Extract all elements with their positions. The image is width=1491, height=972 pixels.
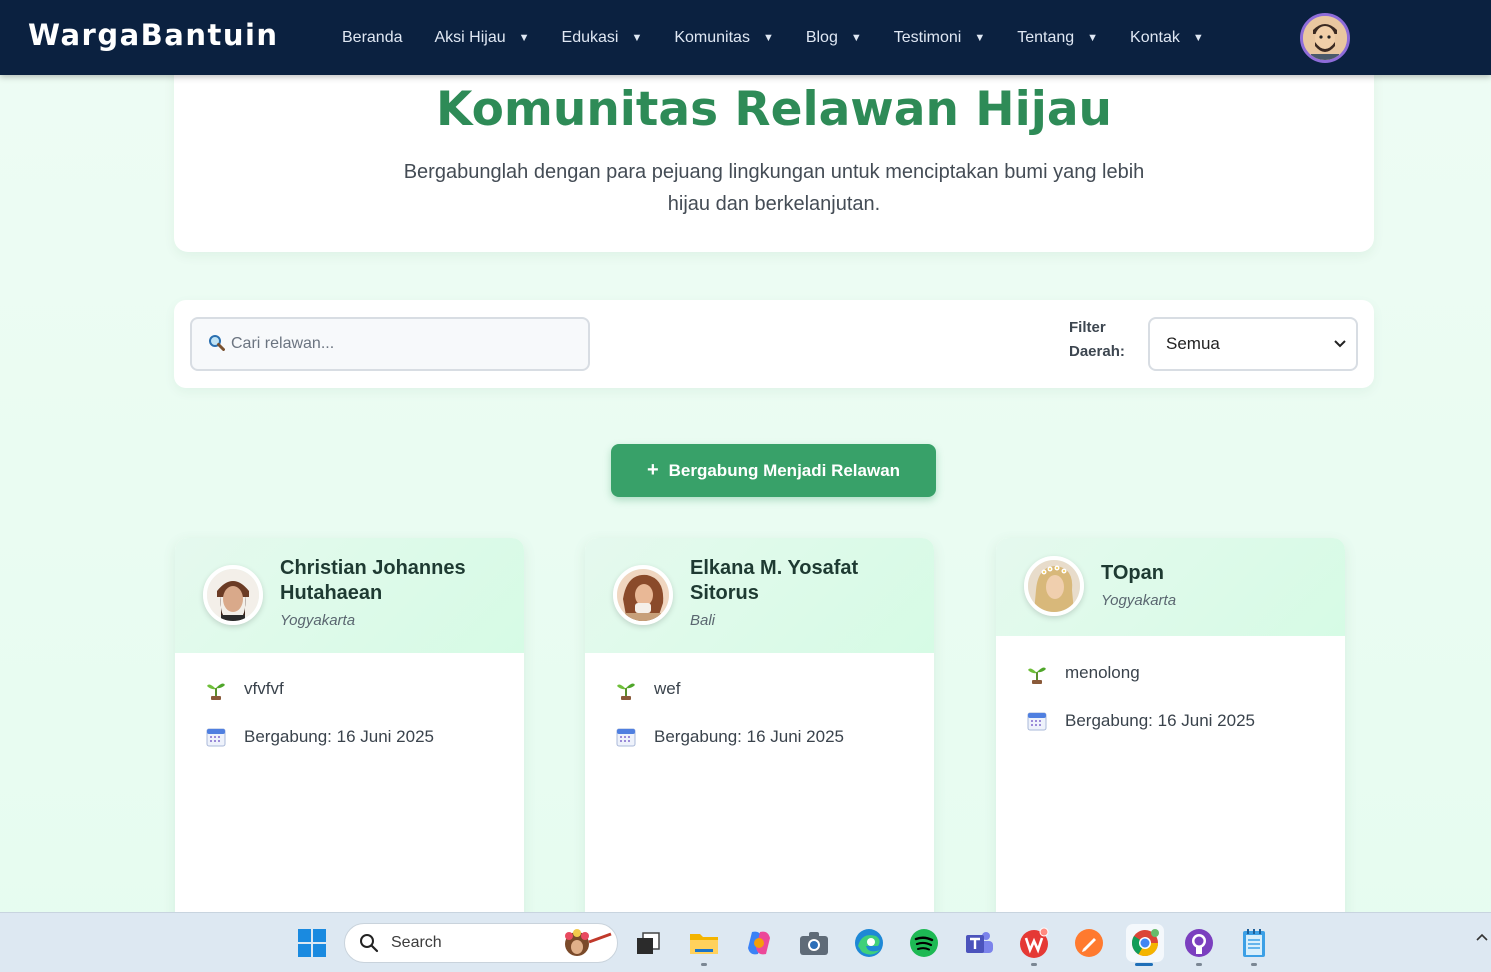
taskbar-search-label: Search <box>391 934 442 951</box>
nav-item-blog[interactable]: Blog ▼ <box>806 29 862 47</box>
caret-down-icon: ▼ <box>850 31 862 44</box>
caret-down-icon: ▼ <box>1192 31 1204 44</box>
volunteer-activity-text: wef <box>654 679 681 698</box>
nav-item-label: Kontak <box>1130 28 1180 46</box>
nav-item-komunitas[interactable]: Komunitas ▼ <box>674 29 773 47</box>
volunteer-joined-text: Bergabung: 16 Juni 2025 <box>1065 711 1255 730</box>
chevron-down-icon <box>1334 337 1346 351</box>
nav-item-beranda[interactable]: Beranda <box>342 29 403 47</box>
copilot-icon[interactable] <box>743 927 775 959</box>
join-volunteer-label: Bergabung Menjadi Relawan <box>668 460 901 480</box>
volunteer-avatar <box>613 565 673 625</box>
nav-menu: Beranda Aksi Hijau ▼ Edukasi ▼ Komunitas ▼ … <box>342 0 1236 75</box>
caret-down-icon: ▼ <box>1087 31 1099 44</box>
active-indicator <box>1135 963 1153 966</box>
teams-icon[interactable] <box>963 927 995 959</box>
volunteer-card[interactable]: Christian Johannes Hutahaean Yogyakarta … <box>175 538 524 938</box>
edge-browser-icon[interactable] <box>853 927 885 959</box>
nav-item-label: Testimoni <box>893 28 962 46</box>
nav-item-label: Komunitas <box>674 28 750 46</box>
volunteer-card-header: Christian Johannes Hutahaean Yogyakarta <box>175 538 524 653</box>
brand-logo[interactable]: WargaBantuin <box>28 18 279 52</box>
notepad-icon[interactable] <box>1238 927 1270 959</box>
volunteer-avatar <box>203 565 263 625</box>
volunteer-joined: Bergabung: 16 Juni 2025 <box>1026 710 1255 732</box>
nav-item-tentang[interactable]: Tentang ▼ <box>1017 29 1098 47</box>
region-select-value: Semua <box>1166 334 1220 353</box>
volunteer-card-header: TOpan Yogyakarta <box>996 538 1345 636</box>
seedling-icon <box>1026 662 1048 684</box>
running-indicator <box>1031 963 1037 966</box>
taskbar-search[interactable]: Search <box>344 923 618 963</box>
nav-item-testimoni[interactable]: Testimoni ▼ <box>894 29 985 47</box>
nav-item-kontak[interactable]: Kontak ▼ <box>1130 29 1204 47</box>
nav-item-aksi-hijau[interactable]: Aksi Hijau ▼ <box>435 29 530 47</box>
camera-icon[interactable] <box>798 927 830 959</box>
volunteer-activity-text: vfvfvf <box>244 679 284 698</box>
running-indicator <box>1251 963 1257 966</box>
user-avatar-icon <box>1303 16 1347 60</box>
volunteer-joined-text: Bergabung: 16 Juni 2025 <box>654 727 844 746</box>
volunteer-activity: menolong <box>1026 662 1140 684</box>
caret-down-icon: ▼ <box>631 31 643 44</box>
search-input[interactable] <box>231 335 561 353</box>
task-view-icon[interactable] <box>632 927 664 959</box>
volunteer-joined: Bergabung: 16 Juni 2025 <box>615 726 844 748</box>
github-desktop-icon[interactable] <box>1183 927 1215 959</box>
page-subtitle: Bergabunglah dengan para pejuang lingkun… <box>403 161 1145 215</box>
seedling-icon <box>615 678 637 700</box>
spotify-icon[interactable] <box>908 927 940 959</box>
calendar-icon <box>615 726 637 748</box>
join-volunteer-button[interactable]: + Bergabung Menjadi Relawan <box>611 444 936 497</box>
search-icon <box>208 334 225 355</box>
volunteer-name: Christian Johannes Hutahaean <box>280 557 466 604</box>
plus-icon: + <box>646 459 659 481</box>
calendar-icon <box>205 726 227 748</box>
filter-bar: Filter Daerah: Semua <box>174 300 1374 388</box>
volunteer-card-header: Elkana M. Yosafat Sitorus Bali <box>585 538 934 653</box>
volunteer-joined-text: Bergabung: 16 Juni 2025 <box>244 727 434 746</box>
volunteer-card[interactable]: TOpan Yogyakarta menolong Bergabung: 16 … <box>996 538 1345 938</box>
volunteer-name: Elkana M. Yosafat Sitorus <box>690 557 859 604</box>
nav-item-label: Beranda <box>342 28 403 46</box>
volunteer-region: Bali <box>690 612 716 629</box>
top-navbar: WargaBantuin Beranda Aksi Hijau ▼ Edukasi… <box>0 0 1491 75</box>
search-icon <box>359 933 379 953</box>
seedling-icon <box>205 678 227 700</box>
file-explorer-icon[interactable] <box>688 927 720 959</box>
chevron-up-icon[interactable] <box>1476 930 1488 944</box>
calendar-icon <box>1026 710 1048 732</box>
volunteer-activity: vfvfvf <box>205 678 284 700</box>
volunteer-name: TOpan <box>1101 562 1164 584</box>
volunteer-region: Yogyakarta <box>280 612 356 629</box>
caret-down-icon: ▼ <box>974 31 986 44</box>
caret-down-icon: ▼ <box>762 31 774 44</box>
running-indicator <box>1196 963 1202 966</box>
nav-item-edukasi[interactable]: Edukasi ▼ <box>562 29 643 47</box>
running-indicator <box>701 963 707 966</box>
chrome-browser-icon[interactable] <box>1126 924 1164 962</box>
page-title: Komunitas Relawan Hijau <box>436 82 1112 137</box>
filter-region-label: Filter Daerah: <box>1069 319 1125 360</box>
nav-item-label: Blog <box>805 28 838 46</box>
nav-item-label: Aksi Hijau <box>434 28 506 46</box>
volunteer-avatar <box>1024 556 1084 616</box>
os-taskbar: Search <box>0 912 1491 972</box>
hero-card: Komunitas Relawan Hijau Bergabunglah den… <box>174 60 1374 252</box>
windows-start-icon[interactable] <box>296 927 328 959</box>
nav-item-label: Tentang <box>1017 28 1075 46</box>
user-avatar[interactable] <box>1300 13 1350 63</box>
nav-item-label: Edukasi <box>561 28 619 46</box>
volunteer-region: Yogyakarta <box>1101 592 1177 609</box>
search-box[interactable] <box>190 317 590 371</box>
navigator-app-icon[interactable] <box>1073 927 1105 959</box>
volunteer-activity: wef <box>615 678 680 700</box>
volunteer-card[interactable]: Elkana M. Yosafat Sitorus Bali wef Berga… <box>585 538 934 938</box>
volunteer-joined: Bergabung: 16 Juni 2025 <box>205 726 434 748</box>
volunteer-activity-text: menolong <box>1065 663 1140 682</box>
region-select[interactable]: Semua <box>1148 317 1358 371</box>
wps-office-icon[interactable] <box>1018 927 1050 959</box>
caret-down-icon: ▼ <box>518 31 530 44</box>
search-highlight-icon <box>555 928 613 965</box>
